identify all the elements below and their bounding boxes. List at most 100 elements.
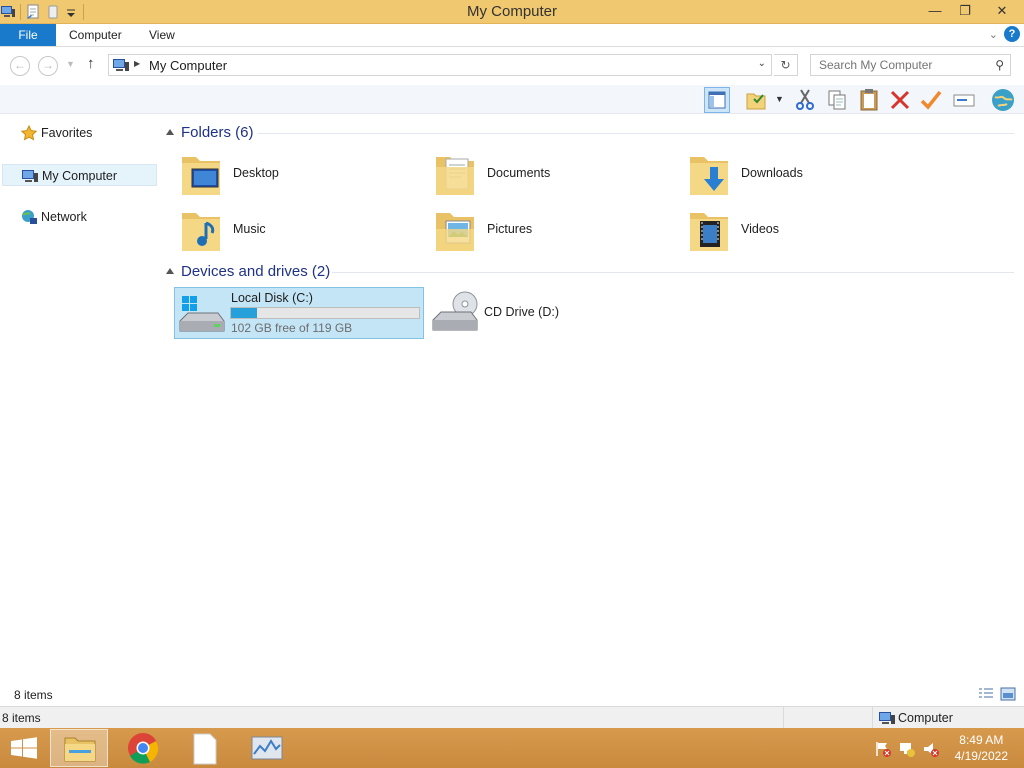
preview-pane-button[interactable] <box>704 87 730 113</box>
details-status: 8 items <box>0 684 1024 706</box>
status-zone: Computer <box>872 707 1022 728</box>
checkmark-icon[interactable] <box>918 87 944 113</box>
drive-free-space: 102 GB free of 119 GB <box>231 321 353 335</box>
group-title: Devices and drives (2) <box>181 263 331 280</box>
status-divider <box>783 707 784 728</box>
nav-label: Network <box>41 210 87 224</box>
downloads-folder-icon <box>686 151 734 199</box>
group-divider <box>332 272 1014 273</box>
drive-item-cd-drive[interactable]: CD Drive (D:) <box>428 287 678 339</box>
group-header-devices[interactable]: Devices and drives (2) <box>166 263 330 283</box>
folder-item[interactable]: Videos <box>684 204 924 256</box>
folder-label: Music <box>233 222 266 236</box>
taskbar: 8:49 AM 4/19/2022 <box>0 728 1024 768</box>
back-button[interactable]: ← <box>10 56 30 76</box>
clock-time: 8:49 AM <box>959 733 1004 747</box>
address-row: ← → ▼ ↑ ▶ My Computer ⌄ ↻ ⚲ <box>0 47 1024 85</box>
status-item-count: 8 items <box>2 711 41 725</box>
tab-computer[interactable]: Computer <box>69 24 122 46</box>
expand-ribbon-icon[interactable]: ⌄ <box>989 28 998 41</box>
folder-item[interactable]: Desktop <box>176 148 416 200</box>
navigation-pane: Favorites My Computer Network <box>0 114 160 684</box>
close-button[interactable]: ✕ <box>980 0 1024 22</box>
up-button[interactable]: ↑ <box>87 55 95 72</box>
pictures-folder-icon <box>432 207 480 255</box>
details-view-icon[interactable] <box>978 687 994 704</box>
folder-label: Downloads <box>741 166 803 180</box>
refresh-button[interactable]: ↻ <box>774 54 798 76</box>
search-input[interactable] <box>819 58 984 72</box>
nav-label: Favorites <box>41 126 93 140</box>
computer-icon <box>112 57 130 76</box>
tab-file[interactable]: File <box>0 24 56 46</box>
nav-item-favorites[interactable]: Favorites <box>2 122 157 144</box>
group-title: Folders (6) <box>181 124 254 141</box>
start-button[interactable] <box>2 729 46 767</box>
collapse-icon[interactable] <box>166 129 174 135</box>
folder-label: Desktop <box>233 166 279 180</box>
view-buttons <box>978 687 1016 704</box>
breadcrumb-location[interactable]: My Computer <box>149 58 227 73</box>
recent-locations-icon[interactable]: ▼ <box>66 59 75 69</box>
address-bar[interactable]: ▶ My Computer ⌄ <box>108 54 772 76</box>
action-center-flag-icon[interactable] <box>874 740 892 761</box>
forward-button[interactable]: → <box>38 56 58 76</box>
zone-label: Computer <box>898 711 953 725</box>
cd-drive-icon <box>431 290 479 336</box>
drive-name: Local Disk (C:) <box>231 291 313 305</box>
network-icon <box>20 209 38 225</box>
minimize-button[interactable]: — <box>920 0 950 22</box>
desktop-folder-icon <box>178 151 226 199</box>
help-icon[interactable]: ? <box>1004 26 1020 42</box>
music-folder-icon <box>178 207 226 255</box>
window-controls: — ❐ ✕ <box>920 0 1024 22</box>
ribbon-tabs: File Computer View ⌄ ? <box>0 24 1024 47</box>
restore-button[interactable]: ❐ <box>950 0 980 22</box>
search-box[interactable]: ⚲ <box>810 54 1011 76</box>
collapse-icon[interactable] <box>166 268 174 274</box>
cut-icon[interactable] <box>792 87 818 113</box>
check-folder-icon[interactable] <box>744 87 770 113</box>
item-count: 8 items <box>14 688 53 702</box>
folder-item[interactable]: Downloads <box>684 148 924 200</box>
command-toolbar: ▼ <box>0 85 1024 114</box>
search-icon[interactable]: ⚲ <box>995 58 1004 72</box>
folder-item[interactable]: Music <box>176 204 416 256</box>
nav-item-network[interactable]: Network <box>2 206 157 228</box>
options-dropdown-icon[interactable]: ▼ <box>775 94 784 104</box>
documents-folder-icon <box>432 151 480 199</box>
clock[interactable]: 8:49 AM 4/19/2022 <box>955 732 1008 764</box>
taskbar-file-explorer[interactable] <box>50 729 108 767</box>
large-icons-view-icon[interactable] <box>1000 687 1016 704</box>
folder-label: Videos <box>741 222 779 236</box>
folder-item[interactable]: Documents <box>430 148 670 200</box>
computer-icon <box>878 710 896 729</box>
rename-icon[interactable] <box>951 87 977 113</box>
taskbar-performance-monitor[interactable] <box>238 729 296 767</box>
drive-name: CD Drive (D:) <box>484 305 559 319</box>
taskbar-chrome[interactable] <box>114 729 172 767</box>
hard-drive-icon <box>178 291 226 337</box>
network-status-icon[interactable] <box>898 740 916 761</box>
star-icon <box>20 124 38 141</box>
globe-icon[interactable] <box>990 87 1016 113</box>
address-dropdown-icon[interactable]: ⌄ <box>758 58 766 69</box>
folder-item[interactable]: Pictures <box>430 204 670 256</box>
drive-item-local-disk[interactable]: Local Disk (C:) 102 GB free of 119 GB <box>174 287 424 339</box>
breadcrumb-arrow-icon[interactable]: ▶ <box>134 59 140 68</box>
content-pane: Folders (6) Desktop Documents Downloads … <box>160 114 1024 684</box>
taskbar-notepad[interactable] <box>176 729 234 767</box>
tab-view[interactable]: View <box>149 24 175 46</box>
folder-label: Pictures <box>487 222 533 236</box>
group-header-folders[interactable]: Folders (6) <box>166 124 254 144</box>
drive-usage-fill <box>231 308 258 318</box>
title-bar: My Computer — ❐ ✕ <box>0 0 1024 24</box>
paste-icon[interactable] <box>856 87 882 113</box>
copy-icon[interactable] <box>824 87 850 113</box>
nav-item-my-computer[interactable]: My Computer <box>2 164 157 186</box>
delete-icon[interactable] <box>887 87 913 113</box>
status-bar: 8 items Computer <box>0 706 1024 728</box>
volume-muted-icon[interactable] <box>922 740 940 761</box>
videos-folder-icon <box>686 207 734 255</box>
clock-date: 4/19/2022 <box>954 749 1008 763</box>
